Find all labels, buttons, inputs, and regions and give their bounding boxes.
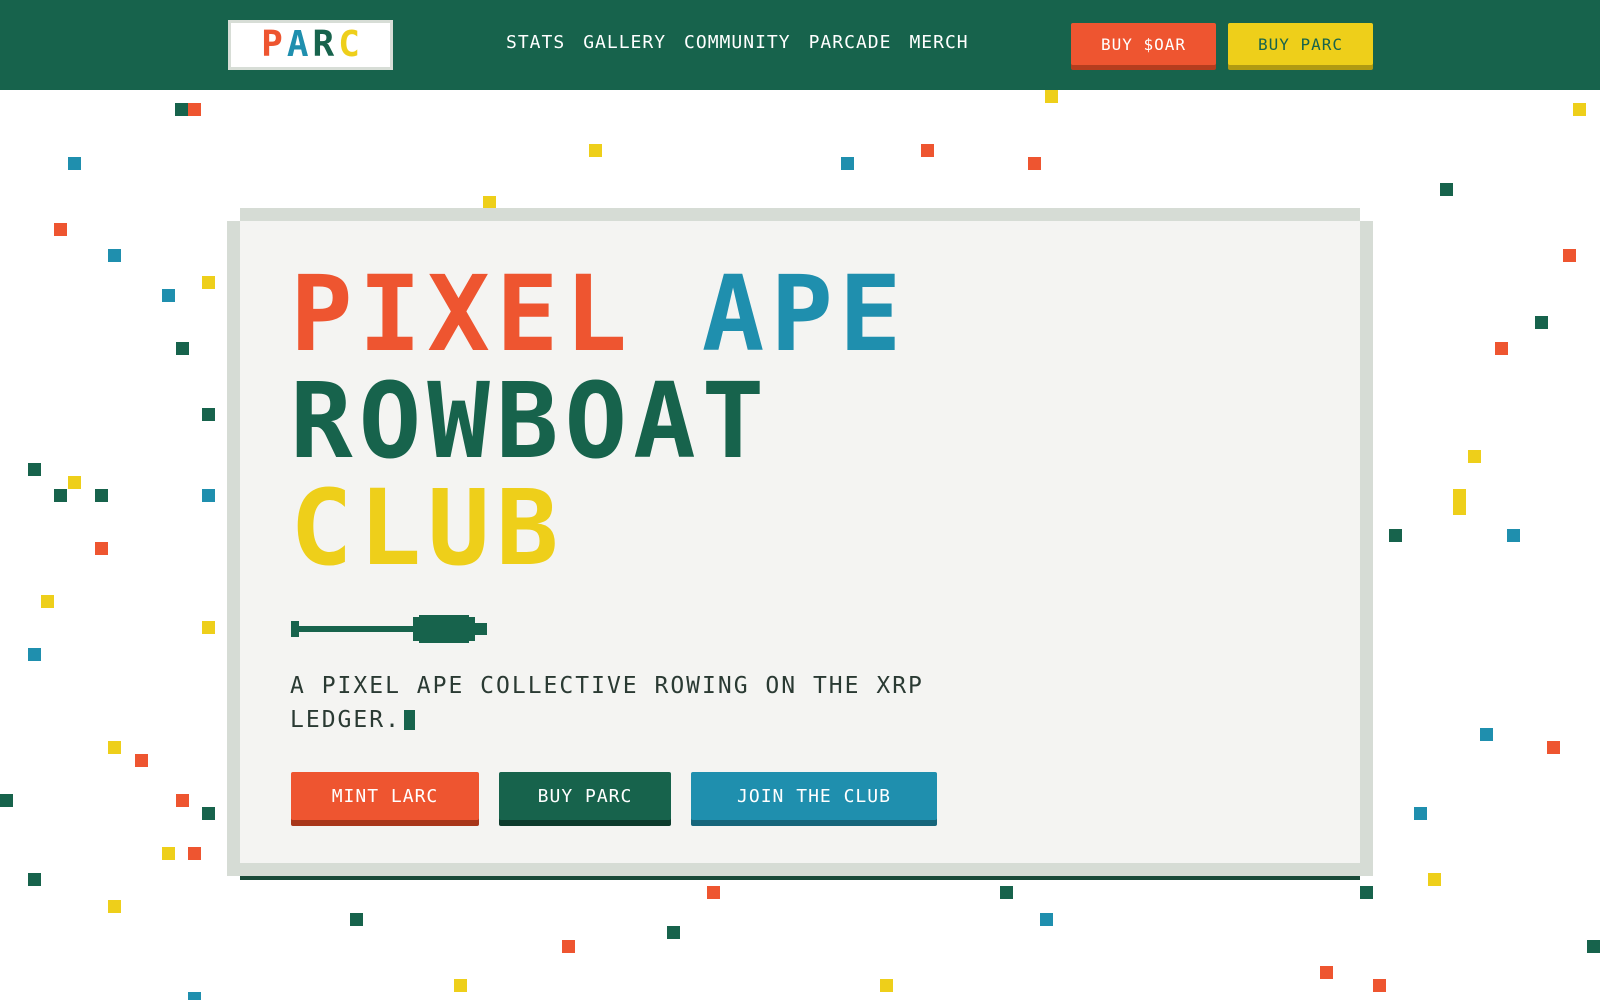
top-navigation-bar: PARC STATS GALLERY COMMUNITY PARCADE MER… (0, 0, 1600, 90)
confetti-pixel (176, 794, 189, 807)
confetti-pixel (350, 913, 363, 926)
confetti-pixel (1563, 249, 1576, 262)
confetti-pixel (202, 408, 215, 421)
confetti-pixel (589, 144, 602, 157)
parc-logo[interactable]: PARC (228, 20, 393, 70)
confetti-pixel (1453, 489, 1466, 502)
confetti-pixel (454, 979, 467, 992)
confetti-pixel (1573, 103, 1586, 116)
confetti-pixel (1373, 979, 1386, 992)
confetti-pixel (1320, 966, 1333, 979)
confetti-pixel (202, 276, 215, 289)
hero-title-line-3: CLUB (290, 475, 908, 582)
confetti-pixel (1000, 886, 1013, 899)
confetti-pixel (108, 249, 121, 262)
buy-oar-button[interactable]: BUY $OAR (1071, 23, 1216, 65)
logo-letter: C (338, 24, 360, 65)
confetti-pixel (667, 926, 680, 939)
confetti-pixel (841, 157, 854, 170)
confetti-pixel (54, 223, 67, 236)
confetti-pixel (1389, 529, 1402, 542)
logo-letter: P (261, 24, 283, 65)
confetti-pixel (95, 542, 108, 555)
confetti-pixel (188, 992, 201, 1000)
logo-letter: R (312, 24, 335, 65)
confetti-pixel (707, 886, 720, 899)
confetti-pixel (162, 289, 175, 302)
confetti-pixel (0, 794, 13, 807)
hero-title-word: APE (701, 253, 908, 375)
confetti-pixel (1453, 502, 1466, 515)
join-the-club-button[interactable]: JOIN THE CLUB (691, 772, 937, 820)
confetti-pixel (54, 489, 67, 502)
confetti-pixel (1040, 913, 1053, 926)
confetti-pixel (1440, 183, 1453, 196)
hero-tagline: A PIXEL APE COLLECTIVE ROWING ON THE XRP… (290, 669, 1010, 737)
oar-icon (291, 615, 487, 643)
confetti-pixel (68, 476, 81, 489)
hero-title-line-2: ROWBOAT (290, 368, 908, 475)
confetti-pixel (562, 940, 575, 953)
confetti-pixel (28, 463, 41, 476)
nav-link-gallery[interactable]: GALLERY (583, 31, 666, 55)
confetti-pixel (176, 342, 189, 355)
confetti-pixel (162, 847, 175, 860)
confetti-pixel (108, 900, 121, 913)
hero-cta-row: MINT LARC BUY PARC JOIN THE CLUB (291, 772, 937, 820)
confetti-pixel (188, 103, 201, 116)
confetti-pixel (108, 741, 121, 754)
main-nav: STATS GALLERY COMMUNITY PARCADE MERCH (506, 31, 969, 55)
confetti-pixel (1045, 90, 1058, 103)
logo-letter: A (286, 24, 309, 65)
confetti-pixel (1495, 342, 1508, 355)
hero-title-line-1: PIXEL APE (290, 261, 908, 368)
confetti-pixel (1414, 807, 1427, 820)
confetti-pixel (202, 489, 215, 502)
hero-title-word: PIXEL (290, 253, 634, 375)
confetti-pixel (28, 648, 41, 661)
confetti-pixel (188, 847, 201, 860)
confetti-pixel (1028, 157, 1041, 170)
card-corner-notch (1360, 208, 1373, 221)
confetti-pixel (202, 621, 215, 634)
buy-parc-button[interactable]: BUY PARC (499, 772, 671, 820)
mint-larc-button[interactable]: MINT LARC (291, 772, 479, 820)
confetti-pixel (95, 489, 108, 502)
nav-link-stats[interactable]: STATS (506, 31, 565, 55)
confetti-pixel (1480, 728, 1493, 741)
text-cursor-icon (403, 710, 415, 730)
buy-parc-header-button[interactable]: BUY PARC (1228, 23, 1373, 65)
hero-tagline-text: A PIXEL APE COLLECTIVE ROWING ON THE XRP… (290, 673, 924, 733)
confetti-pixel (28, 873, 41, 886)
hero-title-word: ROWBOAT (290, 360, 771, 482)
confetti-pixel (1360, 886, 1373, 899)
nav-link-merch[interactable]: MERCH (909, 31, 968, 55)
confetti-pixel (175, 103, 188, 116)
confetti-pixel (1428, 873, 1441, 886)
nav-link-community[interactable]: COMMUNITY (684, 31, 791, 55)
hero-card: PIXEL APE ROWBOAT CLUB A PIXEL APE COLLE… (227, 208, 1373, 876)
confetti-pixel (68, 157, 81, 170)
card-corner-notch (227, 208, 240, 221)
nav-link-parcade[interactable]: PARCADE (809, 31, 892, 55)
confetti-pixel (1547, 741, 1560, 754)
confetti-pixel (1587, 940, 1600, 953)
confetti-pixel (921, 144, 934, 157)
confetti-pixel (135, 754, 148, 767)
confetti-pixel (1507, 529, 1520, 542)
confetti-pixel (202, 807, 215, 820)
hero-title: PIXEL APE ROWBOAT CLUB (290, 261, 908, 582)
confetti-pixel (880, 979, 893, 992)
confetti-pixel (41, 595, 54, 608)
confetti-pixel (1535, 316, 1548, 329)
confetti-pixel (1468, 450, 1481, 463)
hero-title-word: CLUB (290, 467, 565, 589)
